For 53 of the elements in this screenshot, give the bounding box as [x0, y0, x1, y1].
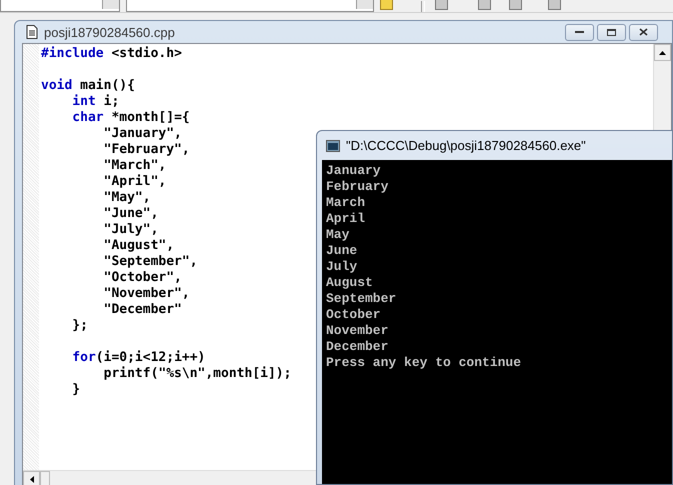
console-line: January: [326, 163, 381, 179]
square-icon[interactable]: [509, 0, 522, 10]
console-line: February: [326, 179, 388, 195]
console-line: October: [326, 307, 381, 323]
console-line: August: [326, 275, 373, 291]
console-line: September: [326, 291, 396, 307]
left-arrow-icon: [30, 476, 34, 483]
close-button[interactable]: [629, 24, 658, 40]
code-line: char *month[]={: [71, 110, 190, 126]
code-line: "June",: [102, 206, 158, 222]
scroll-thumb[interactable]: [40, 471, 50, 485]
console-line: June: [326, 243, 358, 259]
console-line: March: [326, 195, 366, 211]
window-title: "D:\CCCC\Debug\posji18790284560.exe": [346, 138, 586, 153]
console-icon: [326, 140, 340, 152]
code-line: "October",: [102, 270, 182, 286]
scroll-left-button[interactable]: [23, 471, 40, 485]
console-line: Press any key to continue: [326, 355, 522, 371]
code-line: for(i=0;i<12;i++): [71, 350, 206, 366]
code-line: "July",: [102, 222, 158, 238]
code-line: "January",: [102, 126, 182, 142]
console-line: April: [326, 211, 366, 227]
maximize-button[interactable]: [597, 24, 626, 40]
maximize-icon: [607, 28, 616, 36]
up-arrow-icon: [659, 50, 666, 54]
code-line: }: [71, 382, 80, 398]
window-title: posji18790284560.cpp: [44, 24, 175, 40]
file-icon: [26, 25, 38, 39]
code-line: "November",: [102, 286, 190, 302]
minimize-button[interactable]: [565, 24, 594, 40]
scroll-up-button[interactable]: [654, 44, 671, 61]
console-line: November: [326, 323, 388, 339]
square-icon[interactable]: [478, 0, 491, 10]
code-line: "August",: [102, 238, 174, 254]
code-line: "March",: [102, 158, 166, 174]
code-line: printf("%s\n",month[i]);: [102, 366, 292, 382]
code-line: "April",: [102, 174, 166, 190]
code-line: "May",: [102, 190, 151, 206]
square-icon[interactable]: [548, 0, 561, 10]
code-line: #include <stdio.h>: [41, 46, 182, 62]
code-line: void main(){: [41, 78, 135, 94]
square-icon[interactable]: [435, 0, 448, 10]
square-icon[interactable]: [380, 0, 393, 10]
console-line: December: [326, 339, 388, 355]
code-line: "December": [102, 302, 182, 318]
console-line: July: [326, 259, 358, 275]
minimize-icon: [575, 30, 584, 34]
code-line: int i;: [71, 94, 120, 110]
code-line: "September",: [102, 254, 198, 270]
code-line: "February",: [102, 142, 190, 158]
code-line: };: [71, 318, 88, 334]
close-icon: [639, 28, 648, 36]
console-line: May: [326, 227, 350, 243]
